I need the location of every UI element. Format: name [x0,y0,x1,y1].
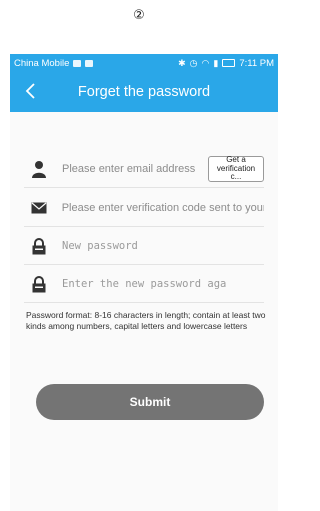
user-icon [28,158,50,180]
bluetooth-icon: ✱ [178,57,186,68]
email-row: Please enter email address Get a verific… [24,151,264,188]
signal-icon: ▮ [213,57,219,68]
step-marker: ② [133,8,145,23]
submit-button[interactable]: Submit [36,384,264,420]
lock-icon [28,235,50,257]
wifi-icon: ◠ [201,57,210,68]
envelope-icon [28,197,50,219]
status-right: ✱ ◷ ◠ ▮ 7:11 PM [178,58,274,69]
carrier-label: China Mobile [14,57,70,69]
lock-icon [28,273,50,295]
status-bar: China Mobile ✱ ◷ ◠ ▮ 7:11 PM [10,54,278,72]
confirm-password-row: Enter the new password aga [24,266,264,303]
verification-code-input[interactable]: Please enter verification code sent to y… [62,202,264,214]
app-bar: Forget the password [10,72,278,112]
back-arrow-icon [25,83,35,99]
confirm-password-input[interactable]: Enter the new password aga [62,278,226,290]
code-row: Please enter verification code sent to y… [24,190,264,227]
new-password-input[interactable]: New password [62,240,138,252]
notification-icon-2 [85,59,94,67]
notification-icon [73,59,82,67]
new-password-row: New password [24,228,264,265]
back-button[interactable] [18,76,42,106]
get-verification-code-button[interactable]: Get a verification c... [208,155,264,182]
page-title: Forget the password [77,84,211,100]
clock: 7:11 PM [239,57,274,69]
phone-screen: China Mobile ✱ ◷ ◠ ▮ 7:11 PM Forget the … [10,54,278,511]
password-format-hint: Password format: 8-16 characters in leng… [26,310,266,332]
email-input[interactable]: Please enter email address [62,163,195,175]
battery-icon [222,59,236,67]
alarm-icon: ◷ [189,57,198,68]
